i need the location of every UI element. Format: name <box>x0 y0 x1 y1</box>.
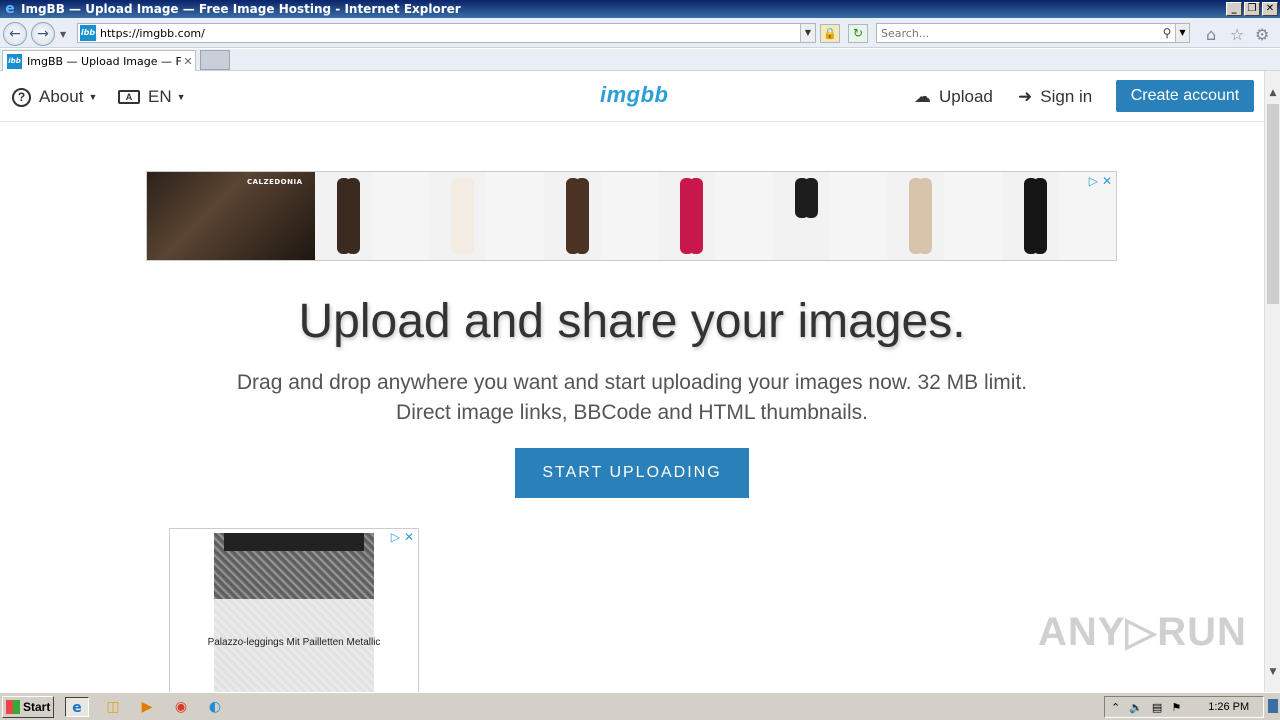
taskbar-chrome-icon[interactable]: ◉ <box>169 697 193 717</box>
ad-controls: ▷ ✕ <box>1089 174 1112 188</box>
adchoices-icon[interactable]: ▷ <box>1089 174 1098 188</box>
ad-product[interactable] <box>315 172 372 260</box>
tab-favicon: ibb <box>7 53 22 69</box>
restore-button[interactable]: ❐ <box>1244 2 1260 16</box>
ad-product[interactable] <box>658 172 715 260</box>
sign-in-label: Sign in <box>1040 87 1093 106</box>
taskbar-internet-explorer-icon[interactable]: e <box>65 697 89 717</box>
ad-hero-image[interactable]: CALZEDONIA <box>147 172 315 260</box>
home-icon[interactable]: ⌂ <box>1206 25 1216 44</box>
volume-icon[interactable]: 🔈 <box>1129 701 1143 714</box>
scroll-up-icon[interactable]: ▲ <box>1265 85 1280 101</box>
back-icon: ← <box>9 26 21 42</box>
site-header: ? About ▼ A EN ▼ imgbb ☁ Upload ➜ Sign i… <box>0 71 1264 122</box>
system-tray: ⌃ 🔈 ▤ ⚑ 1:26 PM <box>1104 696 1264 718</box>
start-button[interactable]: Start <box>2 696 54 718</box>
upload-label: Upload <box>939 87 993 106</box>
hero-title: Upload and share your images. <box>298 295 966 348</box>
imgbb-logo[interactable]: imgbb <box>600 82 669 108</box>
ad-close-icon[interactable]: ✕ <box>1102 174 1112 188</box>
tab-imgbb[interactable]: ibb ImgBB — Upload Image — Fr... ✕ <box>2 50 196 71</box>
tab-title: ImgBB — Upload Image — Fr... <box>27 54 181 68</box>
taskbar: Start e ◫ ▶ ◉ ◐ ⌃ 🔈 ▤ ⚑ 1:26 PM <box>0 692 1280 720</box>
taskbar-edge-icon[interactable]: ◐ <box>203 697 227 717</box>
internet-explorer-icon: e <box>5 1 15 17</box>
ad-product[interactable] <box>1002 172 1059 260</box>
lock-icon[interactable]: 🔒 <box>820 24 840 43</box>
window-controls: _ ❐ ✕ <box>1226 2 1278 16</box>
create-account-button[interactable]: Create account <box>1116 80 1254 112</box>
taskbar-media-player-icon[interactable]: ▶ <box>135 697 159 717</box>
taskbar-explorer-icon[interactable]: ◫ <box>101 697 125 717</box>
search-input[interactable] <box>877 26 1159 40</box>
chevron-down-icon: ▼ <box>176 92 186 102</box>
show-desktop-button[interactable] <box>1268 699 1278 713</box>
ad-product[interactable] <box>887 172 944 260</box>
cloud-upload-icon: ☁ <box>914 87 931 106</box>
address-dropdown-icon[interactable]: ▼ <box>800 24 815 42</box>
ad-banner-bottom[interactable]: Palazzo-leggings Mit Pailletten Metallic… <box>169 528 419 692</box>
scroll-down-icon[interactable]: ▼ <box>1265 664 1280 680</box>
site-favicon: ibb <box>80 25 96 41</box>
window-titlebar: e ImgBB — Upload Image — Free Image Host… <box>0 0 1280 18</box>
action-center-flag-icon[interactable]: ⚑ <box>1171 701 1181 714</box>
start-uploading-button[interactable]: START UPLOADING <box>515 448 749 498</box>
back-button[interactable]: ← <box>3 22 27 46</box>
ad-product[interactable] <box>429 172 486 260</box>
ad-brand: CALZEDONIA <box>247 178 303 186</box>
language-menu[interactable]: A EN ▼ <box>118 85 186 109</box>
new-tab-button[interactable] <box>200 50 230 70</box>
sign-in-icon: ➜ <box>1018 87 1033 106</box>
forward-button[interactable]: → <box>31 22 55 46</box>
refresh-icon[interactable]: ↻ <box>848 24 868 43</box>
tray-expand-icon[interactable]: ⌃ <box>1111 701 1120 714</box>
adchoices-icon[interactable]: ▷ <box>391 530 400 544</box>
window-title: ImgBB — Upload Image — Free Image Hostin… <box>21 2 461 16</box>
start-label: Start <box>23 700 51 714</box>
anyrun-watermark: ANY▷RUN <box>1038 610 1247 654</box>
ad-product[interactable] <box>544 172 601 260</box>
ad-close-icon[interactable]: ✕ <box>404 530 414 544</box>
help-icon: ? <box>12 87 31 107</box>
forward-icon: → <box>37 26 49 42</box>
about-menu[interactable]: ? About ▼ <box>12 85 97 109</box>
scroll-thumb[interactable] <box>1267 104 1279 304</box>
search-box[interactable]: ⚲ ▼ <box>876 23 1190 43</box>
language-label: EN <box>148 87 172 106</box>
ad-banner-top[interactable]: CALZEDONIA ▷ ✕ <box>146 171 1117 261</box>
upload-link[interactable]: ☁ Upload <box>914 85 993 109</box>
page-viewport: ? About ▼ A EN ▼ imgbb ☁ Upload ➜ Sign i… <box>0 71 1264 692</box>
minimize-button[interactable]: _ <box>1226 2 1242 16</box>
history-dropdown-icon[interactable]: ▼ <box>60 30 66 39</box>
about-label: About <box>39 87 84 106</box>
page-scrollbar[interactable]: ▲ ▼ <box>1264 71 1280 692</box>
language-icon: A <box>118 90 140 104</box>
tab-strip: ibb ImgBB — Upload Image — Fr... ✕ <box>0 49 1280 71</box>
settings-icon[interactable]: ⚙ <box>1255 25 1269 44</box>
search-dropdown-icon[interactable]: ▼ <box>1175 24 1189 42</box>
windows-logo-icon <box>6 700 20 714</box>
sign-in-link[interactable]: ➜ Sign in <box>1018 85 1092 109</box>
browser-navbar: ← → ▼ ibb https://imgbb.com/ ▼ 🔒 ↻ ⚲ ▼ ⌂… <box>0 18 1280 48</box>
network-icon[interactable]: ▤ <box>1152 701 1162 714</box>
chevron-down-icon: ▼ <box>88 92 98 102</box>
favorites-icon[interactable]: ☆ <box>1230 25 1244 44</box>
clock[interactable]: 1:26 PM <box>1208 701 1249 713</box>
ad-controls: ▷ ✕ <box>391 530 414 544</box>
close-button[interactable]: ✕ <box>1262 2 1278 16</box>
address-bar[interactable]: ibb https://imgbb.com/ ▼ <box>77 23 816 43</box>
ad-product[interactable] <box>773 172 830 260</box>
address-url[interactable]: https://imgbb.com/ <box>100 27 800 40</box>
tab-close-icon[interactable]: ✕ <box>181 55 195 68</box>
search-icon[interactable]: ⚲ <box>1159 26 1175 40</box>
ad-product-title[interactable]: Palazzo-leggings Mit Pailletten Metallic <box>170 637 418 648</box>
hero-subtitle: Drag and drop anywhere you want and star… <box>236 371 1028 424</box>
